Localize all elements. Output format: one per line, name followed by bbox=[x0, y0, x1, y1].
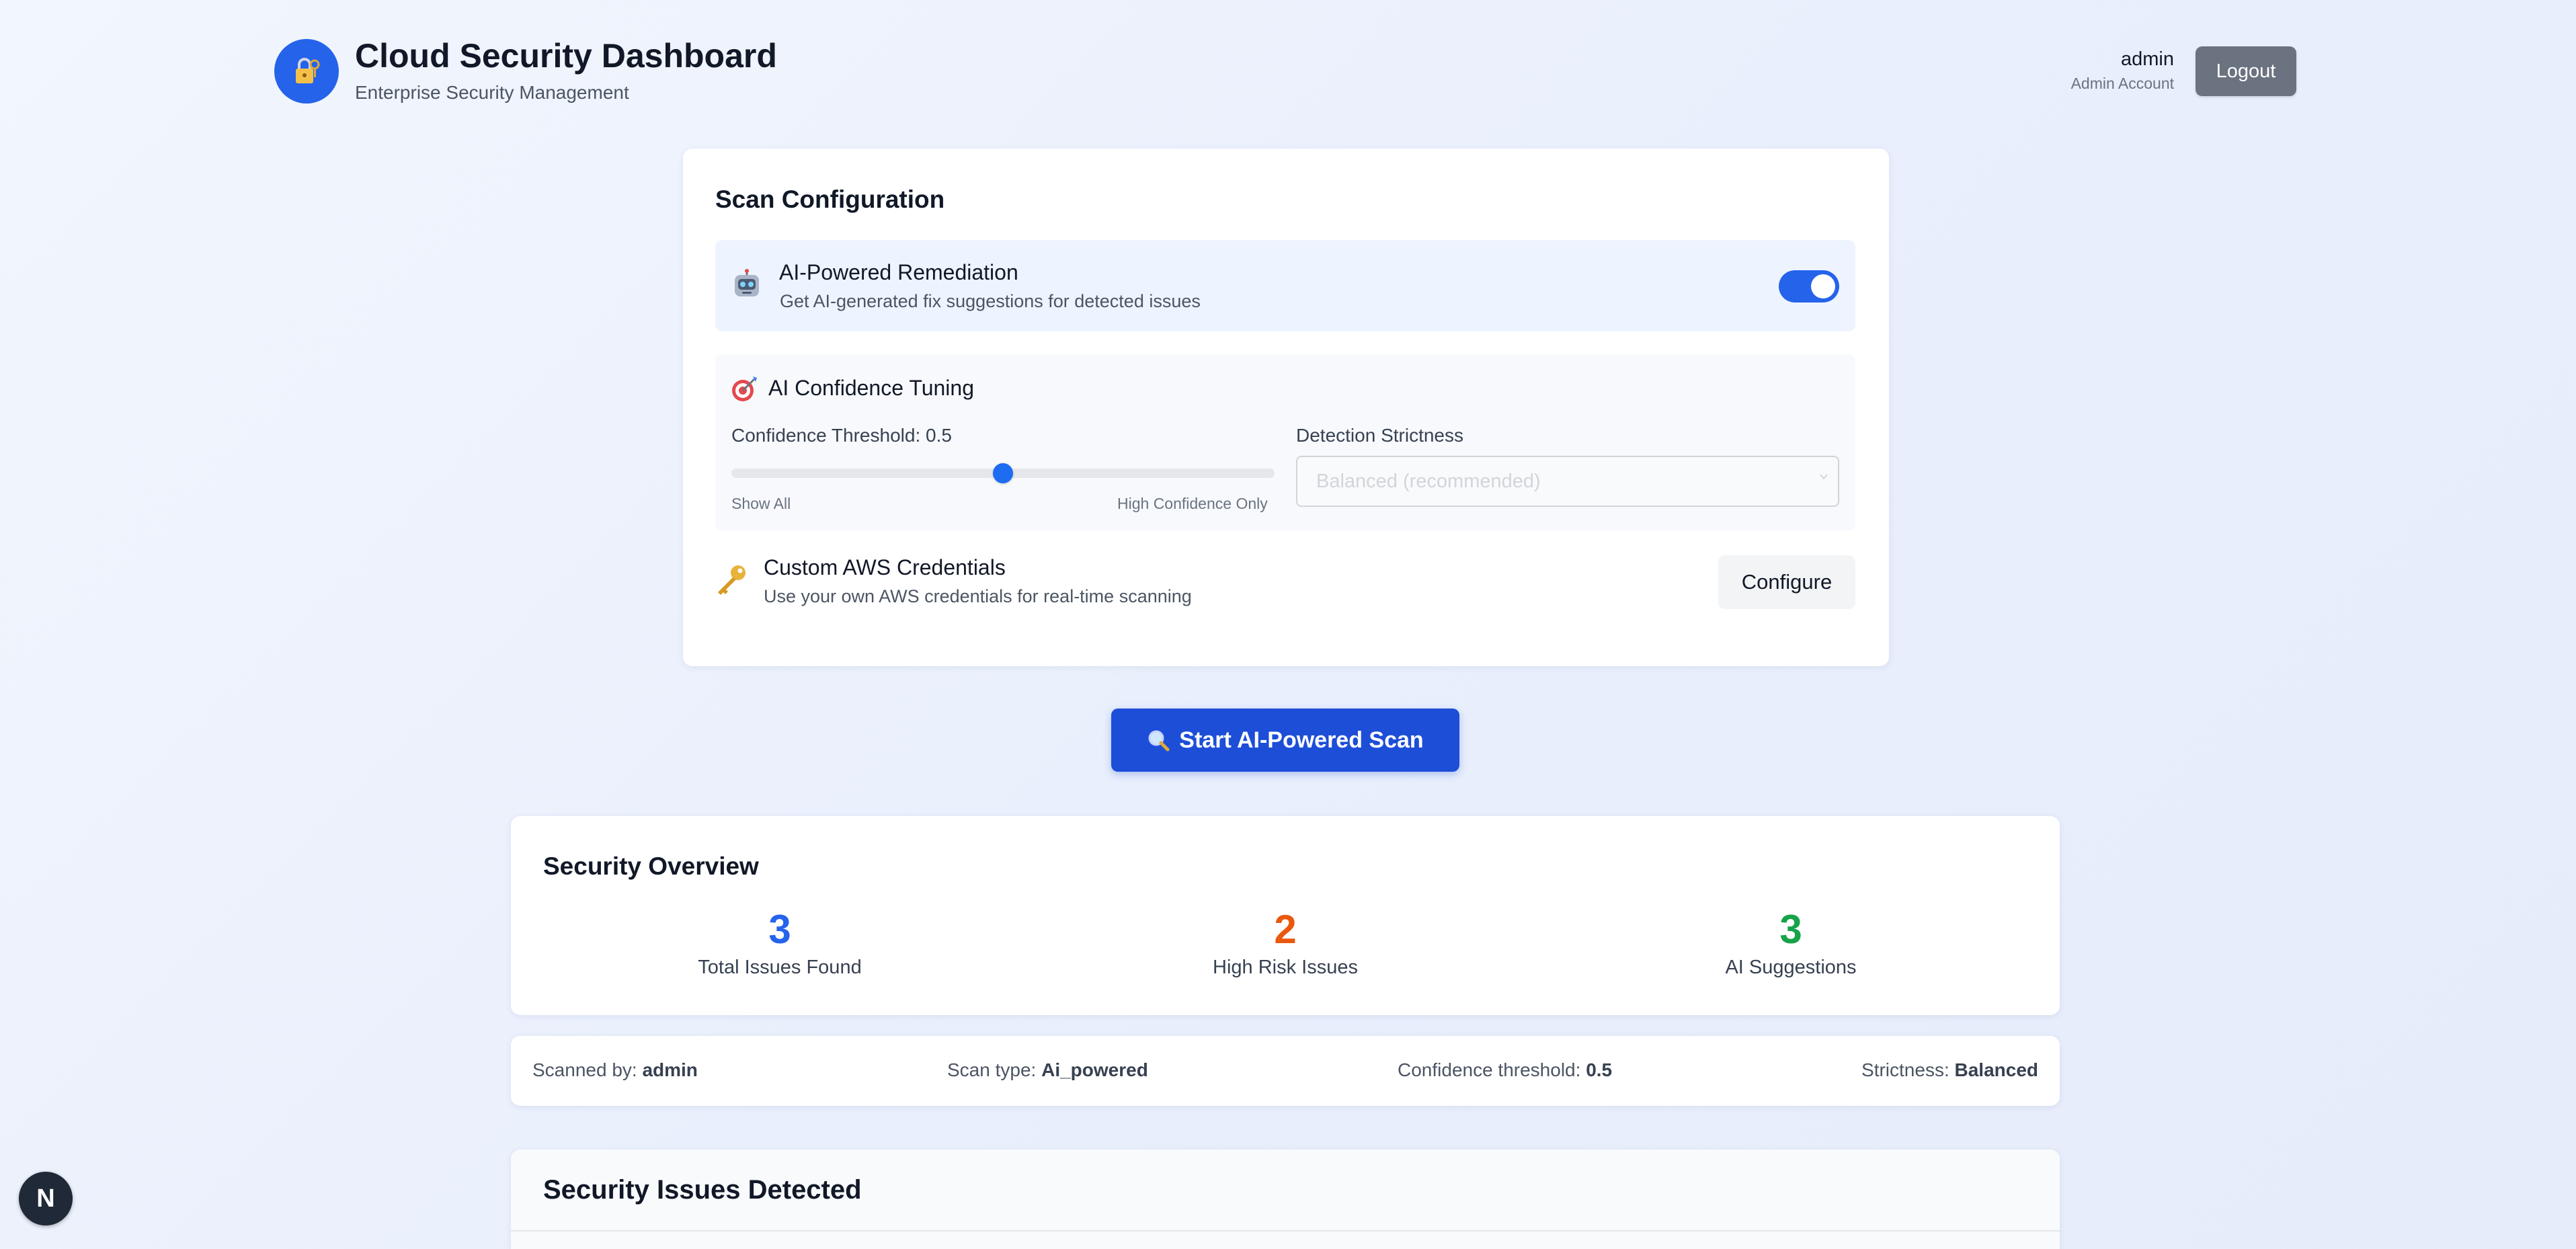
dev-tools-badge[interactable]: N bbox=[19, 1172, 73, 1225]
stat-label: High Risk Issues bbox=[1213, 957, 1358, 978]
scan-metadata-bar bbox=[511, 1036, 2060, 1106]
ai-remediation-row bbox=[715, 240, 1855, 331]
stat-value: 2 bbox=[1274, 907, 1297, 952]
logout-button[interactable]: Logout bbox=[2196, 46, 2296, 96]
ai-remediation-title: AI-Powered Remediation bbox=[779, 260, 1018, 284]
stat-ai-suggestions: 3 AI Suggestions bbox=[1690, 906, 1892, 979]
ai-remediation-description: Get AI-generated fix suggestions for det… bbox=[780, 291, 1201, 311]
scan-type: Scan type: Ai_powered bbox=[947, 1059, 1148, 1080]
stat-value: 3 bbox=[768, 907, 791, 952]
stat-high-risk-issues: 2 High Risk Issues bbox=[1184, 906, 1386, 979]
detection-strictness-value: Balanced (recommended) bbox=[1316, 470, 1541, 492]
scan-configuration-heading: Scan Configuration bbox=[715, 186, 945, 213]
slider-max-label: High Confidence Only bbox=[1117, 495, 1268, 512]
lock-key-icon bbox=[296, 58, 320, 83]
ai-remediation-toggle[interactable] bbox=[1779, 270, 1839, 303]
robot-icon bbox=[731, 269, 762, 303]
stat-label: AI Suggestions bbox=[1725, 957, 1857, 978]
ai-confidence-tuning-title: AI Confidence Tuning bbox=[768, 376, 974, 400]
target-icon bbox=[730, 375, 758, 407]
aws-credentials-title: Custom AWS Credentials bbox=[764, 555, 1006, 579]
n-logo-icon: N bbox=[36, 1184, 55, 1213]
confidence-threshold-label: Confidence Threshold: 0.5 bbox=[731, 425, 952, 446]
configure-aws-credentials-button[interactable]: Configure bbox=[1718, 555, 1855, 609]
start-scan-button[interactable]: Start AI-Powered Scan bbox=[1111, 709, 1459, 772]
security-overview-heading: Security Overview bbox=[543, 852, 759, 880]
detection-strictness-select[interactable]: Balanced (recommended) bbox=[1296, 456, 1839, 507]
slider-min-label: Show All bbox=[731, 495, 791, 512]
confidence-threshold-meta: Confidence threshold: 0.5 bbox=[1398, 1059, 1613, 1080]
page-title: Cloud Security Dashboard bbox=[355, 37, 777, 75]
stat-label: Total Issues Found bbox=[698, 957, 862, 978]
page-subtitle: Enterprise Security Management bbox=[355, 82, 629, 103]
magnifier-icon bbox=[1148, 730, 1170, 752]
toggle-knob bbox=[1811, 274, 1835, 298]
slider-thumb[interactable] bbox=[993, 463, 1013, 483]
scanned-by: Scanned by: admin bbox=[532, 1059, 698, 1080]
stat-total-issues: 3 Total Issues Found bbox=[679, 906, 881, 979]
app-logo bbox=[274, 39, 339, 104]
user-role: Admin Account bbox=[2070, 75, 2174, 92]
start-scan-label: Start AI-Powered Scan bbox=[1179, 727, 1424, 753]
detection-strictness-label: Detection Strictness bbox=[1296, 425, 1463, 446]
security-issues-heading: Security Issues Detected bbox=[543, 1175, 862, 1205]
divider bbox=[511, 1230, 2060, 1232]
strictness-meta: Strictness: Balanced bbox=[1861, 1059, 2038, 1080]
user-name: admin bbox=[2121, 48, 2174, 70]
stat-value: 3 bbox=[1779, 907, 1802, 952]
key-icon bbox=[714, 563, 749, 600]
chevron-down-icon bbox=[1820, 474, 1828, 480]
aws-credentials-description: Use your own AWS credentials for real-ti… bbox=[764, 586, 1192, 606]
